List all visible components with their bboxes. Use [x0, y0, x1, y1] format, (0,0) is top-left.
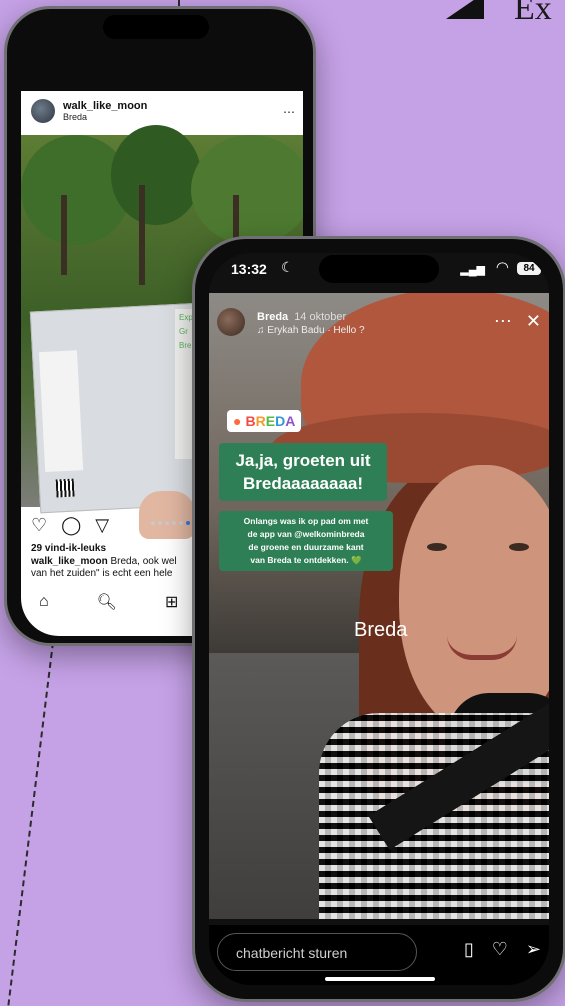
comment-icon[interactable]: ◯: [61, 515, 81, 536]
send-icon[interactable]: ▽: [95, 515, 109, 536]
sticker-icon[interactable]: ▯: [464, 939, 474, 960]
post-username[interactable]: walk_like_moon: [63, 100, 147, 112]
story-headline-sticker: Ja,ja, groeten uit Bredaaaaaaaa!: [219, 443, 387, 501]
story-reply-bar: chatbericht sturen ▯ ♡ ➢: [209, 925, 549, 985]
story-controls: ⋯ ✕: [494, 311, 541, 332]
likes-count[interactable]: 29 vind-ik-leuks: [31, 543, 106, 554]
story-date: 14 oktober: [294, 311, 347, 323]
instagram-story-screen: 13:32 ☾ ▂▄▆ ◠ 84 Breda 14 oktober ♫ Eryk…: [209, 253, 549, 985]
story-music[interactable]: ♫ Erykah Badu · Hello ?: [257, 325, 365, 336]
send-icon[interactable]: ➢: [526, 939, 541, 960]
more-dots-icon[interactable]: ⋯: [283, 105, 295, 119]
phone-notch: [103, 15, 209, 39]
close-icon[interactable]: ✕: [526, 311, 541, 332]
moon-icon: ☾: [281, 259, 294, 275]
heart-icon[interactable]: ♡: [31, 515, 47, 536]
reply-actions: ▯ ♡ ➢: [464, 939, 541, 960]
story-text-sticker: Onlangs was ik op pad om met de app van …: [219, 511, 393, 571]
dashed-line-bottom: [7, 642, 54, 1006]
wifi-icon: ◠: [495, 259, 509, 276]
page-heading: Ex: [446, 0, 552, 28]
story-content[interactable]: Breda 14 oktober ♫ Erykah Badu · Hello ? …: [209, 293, 549, 919]
triangle-icon: [446, 0, 484, 19]
location-label: Breda: [354, 619, 408, 641]
location-pin-icon: ●: [233, 413, 242, 429]
home-icon[interactable]: ⌂: [39, 593, 49, 611]
avatar[interactable]: [31, 99, 55, 123]
dynamic-island: [319, 255, 439, 283]
phone-instagram-story: 13:32 ☾ ▂▄▆ ◠ 84 Breda 14 oktober ♫ Eryk…: [192, 236, 565, 1002]
battery-icon: 84: [517, 262, 541, 275]
post-location[interactable]: Breda: [63, 112, 147, 122]
create-icon[interactable]: ⊞: [165, 592, 178, 612]
heart-icon[interactable]: ♡: [492, 939, 508, 960]
more-dots-icon[interactable]: ⋯: [494, 311, 512, 332]
signal-icon: ▂▄▆: [460, 264, 485, 276]
hand: [139, 491, 195, 539]
location-sticker[interactable]: ● BREDA: [227, 410, 302, 432]
status-bar: 13:32 ☾ ▂▄▆ ◠ 84: [209, 253, 549, 287]
status-time: 13:32: [231, 261, 267, 277]
story-username[interactable]: Breda: [257, 311, 288, 323]
carousel-dots: [151, 521, 191, 527]
avatar[interactable]: [217, 307, 245, 336]
post-actions: ♡ ◯ ▽: [31, 515, 109, 536]
search-icon[interactable]: 🔍︎: [97, 592, 117, 612]
story-header: Breda 14 oktober ♫ Erykah Badu · Hello ?: [217, 307, 365, 336]
home-indicator: [325, 977, 435, 981]
qr-code: [55, 478, 75, 498]
message-input[interactable]: chatbericht sturen: [217, 933, 417, 971]
